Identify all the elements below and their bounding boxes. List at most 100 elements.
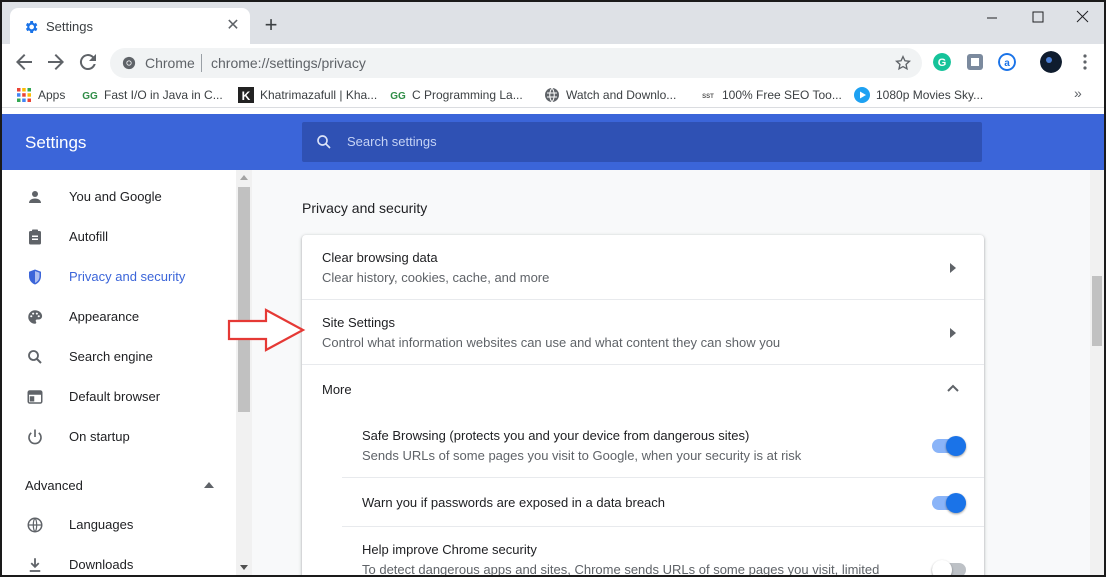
sidebar-item-default-browser[interactable]: Default browser [2,377,236,417]
clear-browsing-data-row[interactable]: Clear browsing data Clear history, cooki… [302,235,984,300]
tab-strip: Settings ✕ + [2,2,1104,44]
sidebar-item-search-engine[interactable]: Search engine [2,337,236,377]
sidebar-item-label: Downloads [69,557,134,572]
new-tab-button[interactable]: + [260,14,282,37]
scroll-down-arrow-icon[interactable] [240,565,248,571]
globe-icon [27,517,43,533]
sst-icon: SST [702,94,714,100]
url-text[interactable]: chrome://settings/privacy [211,55,366,71]
sidebar-item-you-and-google[interactable]: You and Google [2,177,236,217]
toggle-knob [946,436,966,456]
svg-text:a: a [1004,58,1010,69]
row-title: Help improve Chrome security [362,542,537,557]
site-chip-label: Chrome [145,55,195,71]
help-improve-security-toggle[interactable] [932,560,966,575]
forward-arrow-icon[interactable] [44,50,68,74]
row-title: Safe Browsing (protects you and your dev… [362,428,750,443]
row-subtitle: To detect dangerous apps and sites, Chro… [362,562,880,577]
search-icon [28,350,42,364]
row-title: Warn you if passwords are exposed in a d… [362,495,666,510]
globe-icon [545,87,559,103]
sidebar-item-label: You and Google [69,189,162,204]
advanced-section-label[interactable]: Advanced [25,478,83,493]
sidebar-item-label: Default browser [69,389,161,404]
chevron-up-icon[interactable] [203,480,215,490]
address-bar[interactable]: Chrome chrome://settings/privacy [110,48,922,78]
puzzle-extension-icon[interactable] [966,53,984,71]
sidebar-item-label: Privacy and security [69,269,186,284]
minimize-icon[interactable] [970,6,1015,28]
safe-browsing-row: Safe Browsing (protects you and your dev… [342,413,984,478]
svg-text:GG: GG [390,91,406,102]
sidebar-item-languages[interactable]: Languages [2,505,236,545]
shield-icon [29,269,41,285]
play-icon [854,87,870,103]
svg-text:SST: SST [702,94,714,100]
palette-icon [28,310,43,324]
sidebar-item-on-startup[interactable]: On startup [2,417,236,457]
power-icon [28,429,42,445]
sidebar-scrollbar-thumb[interactable] [238,187,250,412]
row-subtitle: Sends URLs of some pages you visit to Go… [362,448,802,463]
svg-text:G: G [938,57,947,69]
help-improve-security-row: Help improve Chrome security To detect d… [342,527,984,577]
bookmark-label: Khatrimazafull | Kha... [260,88,378,102]
annotation-arrow-icon [227,308,306,352]
person-icon [29,191,41,203]
row-title: Clear browsing data [322,250,438,265]
search-icon [317,135,331,149]
tab-settings[interactable]: Settings ✕ [10,8,250,44]
row-title: Site Settings [322,315,395,330]
chevron-up-icon[interactable] [947,383,959,393]
row-subtitle: Control what information websites can us… [322,335,781,350]
safe-browsing-toggle[interactable] [932,436,966,456]
sidebar-item-label: On startup [69,429,130,444]
gfg-icon: GG [82,91,98,102]
sidebar-item-label: Autofill [69,229,109,244]
reload-icon[interactable] [76,50,100,74]
bookmark-star-icon[interactable] [894,54,912,72]
sidebar-item-label: Appearance [69,309,140,324]
more-expander-row[interactable]: More [302,365,984,413]
sidebar-item-label: Search engine [69,349,153,364]
bookmark-label: Watch and Downlo... [566,88,677,102]
back-arrow-icon[interactable] [12,50,36,74]
bookmark-label: Apps [38,88,66,102]
sidebar-item-label: Languages [69,517,134,532]
password-breach-toggle[interactable] [932,493,966,513]
search-placeholder: Search settings [347,134,437,149]
password-breach-row: Warn you if passwords are exposed in a d… [342,478,984,527]
settings-header: Settings Search settings [2,114,1104,170]
site-settings-row[interactable]: Site Settings Control what information w… [302,300,984,365]
sidebar: You and Google Autofill Privacy and secu… [2,170,236,575]
main-scrollbar-thumb[interactable] [1092,276,1102,346]
section-title: Privacy and security [302,200,428,216]
arrow-right-icon [950,328,956,338]
tab-title: Settings [46,19,93,34]
gfg-icon: GG [390,91,406,102]
bookmark-label: C Programming La... [412,88,523,102]
extension-a-icon[interactable]: a [998,53,1016,71]
more-bookmarks-icon[interactable]: » [1074,85,1082,101]
bookmarks-bar: Apps GG Fast I/O in Java in C... K Khatr… [2,80,1104,108]
bookmark-label: 1080p Movies Sky... [876,88,984,102]
search-settings-input[interactable]: Search settings [302,122,982,162]
maximize-icon[interactable] [1015,6,1060,28]
close-window-icon[interactable] [1060,6,1105,28]
k-icon: K [238,87,254,103]
sidebar-item-downloads[interactable]: Downloads [2,545,236,575]
more-label: More [322,382,352,397]
privacy-card: Clear browsing data Clear history, cooki… [302,235,984,577]
sidebar-item-autofill[interactable]: Autofill [2,217,236,257]
sidebar-item-privacy-and-security[interactable]: Privacy and security [2,257,236,297]
scroll-up-arrow-icon[interactable] [240,174,248,180]
grammarly-icon[interactable]: G [933,53,951,71]
bookmark-label: 100% Free SEO Too... [722,88,842,102]
main-scrollbar[interactable] [1090,170,1104,575]
toggle-knob [932,560,952,575]
close-tab-icon[interactable]: ✕ [223,16,243,36]
menu-dots-icon[interactable] [1076,53,1094,71]
avatar[interactable] [1040,51,1062,73]
sidebar-item-appearance[interactable]: Appearance [2,297,236,337]
clipboard-icon [29,229,41,245]
